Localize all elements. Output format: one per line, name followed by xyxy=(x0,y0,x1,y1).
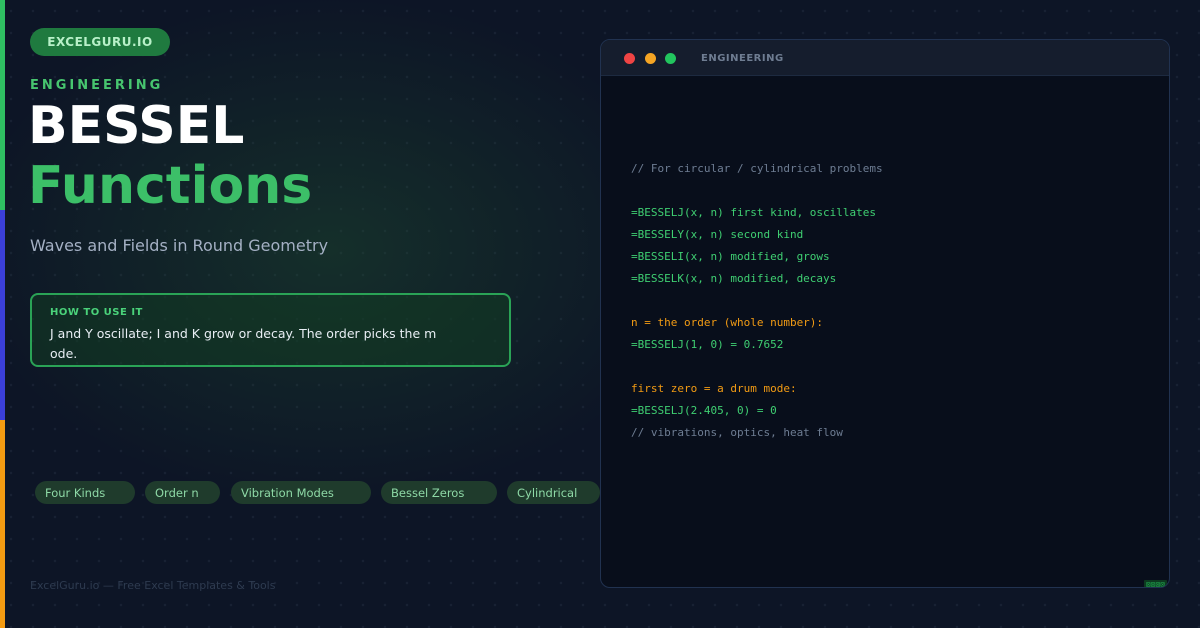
category-eyebrow: ENGINEERING xyxy=(30,78,164,93)
accent-bar-blue xyxy=(0,210,5,420)
subtitle: Waves and Fields in Round Geometry xyxy=(30,236,329,255)
accent-bar-green xyxy=(0,0,5,210)
tag-order-n[interactable]: Order n xyxy=(145,481,220,504)
maximize-dot-icon xyxy=(665,53,676,64)
code-line: // vibrations, optics, heat flow xyxy=(631,426,843,439)
tip-heading: HOW TO USE IT xyxy=(50,307,143,318)
footer-text: ExcelGuru.io — Free Excel Templates & To… xyxy=(30,579,276,592)
code-line: =BESSELJ(x, n) first kind, oscillates xyxy=(631,206,877,219)
code-line: =BESSELI(x, n) modified, grows xyxy=(631,250,830,263)
tag-vibration-modes[interactable]: Vibration Modes xyxy=(231,481,371,504)
code-line: =BESSELJ(1, 0) = 0.7652 xyxy=(631,338,784,351)
how-to-use-box: HOW TO USE IT J and Y oscillate; I and K… xyxy=(30,293,511,367)
minimize-dot-icon xyxy=(645,53,656,64)
title-line-1: BESSEL xyxy=(28,96,245,156)
title-line-2: Functions xyxy=(28,156,313,216)
code-window: ENGINEERING // For circular / cylindrica… xyxy=(600,39,1170,588)
code-line: =BESSELJ(2.405, 0) = 0 xyxy=(631,404,777,417)
tip-body: J and Y oscillate; I and K grow or decay… xyxy=(50,326,437,361)
code-line: =BESSELK(x, n) modified, decays xyxy=(631,272,837,285)
code-line: n = the order (whole number): xyxy=(631,316,824,329)
accent-bar-orange xyxy=(0,420,5,628)
code-block: // For circular / cylindrical problems =… xyxy=(631,158,883,444)
tag-four-kinds[interactable]: Four Kinds xyxy=(35,481,135,504)
code-line: // For circular / cylindrical problems xyxy=(631,162,883,175)
corner-pattern-icon: ⊠⊠⊠⊠ xyxy=(1143,580,1167,588)
close-dot-icon xyxy=(624,53,635,64)
tag-cylindrical[interactable]: Cylindrical xyxy=(507,481,600,504)
window-title: ENGINEERING xyxy=(701,53,784,64)
window-title-bar: ENGINEERING xyxy=(601,40,1169,76)
code-line: =BESSELY(x, n) second kind xyxy=(631,228,804,241)
tag-bessel-zeros[interactable]: Bessel Zeros xyxy=(381,481,497,504)
code-line: first zero = a drum mode: xyxy=(631,382,797,395)
brand-pill[interactable]: EXCELGURU.IO xyxy=(30,28,170,56)
